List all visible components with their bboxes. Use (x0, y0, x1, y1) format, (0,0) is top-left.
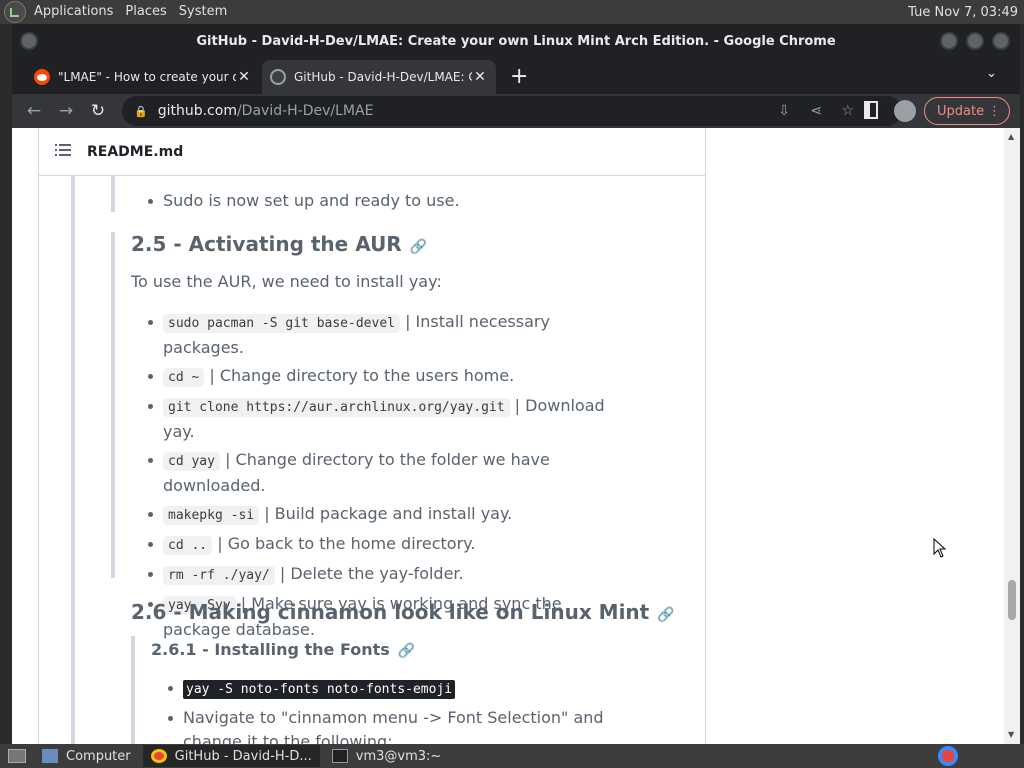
profile-avatar[interactable] (894, 100, 916, 122)
bookmark-star-icon[interactable]: ☆ (841, 103, 854, 119)
update-button[interactable]: Update ⋮ (924, 97, 1010, 125)
address-bar[interactable]: 🔒 github.com/David-H-Dev/LMAE ⇩ ⋖ ☆ (122, 96, 902, 126)
browser-toolbar: ← → ↻ 🔒 github.com/David-H-Dev/LMAE ⇩ ⋖ … (12, 94, 1020, 128)
tab-search-icon[interactable]: ⌄ (986, 66, 997, 81)
tab-strip: "LMAE" - How to create your own Linux Mi… (12, 58, 1020, 94)
side-panel-icon[interactable] (864, 101, 878, 119)
readme-box: README.md Sudo is now set up and ready t… (38, 128, 706, 744)
install-icon[interactable]: ⇩ (778, 103, 790, 119)
close-window-icon[interactable] (992, 32, 1010, 50)
list-item: sudo pacman -S git base-devel | Install … (148, 310, 623, 360)
new-tab-button[interactable]: + (510, 64, 528, 89)
url-host: github.com (157, 103, 237, 119)
tab-github[interactable]: GitHub - David-H-Dev/LMAE: Create your o… (262, 60, 496, 94)
blockquote-bar (111, 232, 115, 578)
readme-header: README.md (39, 128, 705, 176)
taskbar-item-computer[interactable]: Computer (34, 745, 139, 767)
scrollbar-thumb[interactable] (1008, 580, 1016, 620)
github-icon (270, 69, 286, 85)
share-icon[interactable]: ⋖ (810, 103, 822, 119)
taskbar-item-terminal[interactable]: vm3@vm3:~ (324, 745, 450, 767)
heading-cinnamon: 2.6 - Making cinnamon look like on Linux… (131, 600, 675, 624)
chrome-tray-icon[interactable] (938, 746, 958, 766)
chrome-icon (150, 749, 167, 763)
anchor-link-icon[interactable]: 🔗 (398, 643, 415, 659)
fonts-list: yay -S noto-fonts noto-fonts-emoji Navig… (168, 676, 623, 744)
back-icon[interactable]: ← (18, 95, 50, 127)
window-menu-icon[interactable] (20, 32, 38, 50)
blockquote-bar (131, 636, 135, 744)
menu-applications[interactable]: Applications (28, 0, 119, 24)
list-item: cd .. | Go back to the home directory. (148, 532, 623, 558)
list-item: cd yay | Change directory to the folder … (148, 448, 623, 498)
outline-list-icon[interactable] (55, 142, 71, 161)
scroll-up-icon[interactable]: ▲ (1008, 132, 1014, 141)
aur-steps-list: sudo pacman -S git base-devel | Install … (148, 310, 623, 646)
url-path: /David-H-Dev/LMAE (236, 103, 374, 119)
page-scrollbar[interactable]: ▲ ▼ (1004, 128, 1020, 744)
blockquote-bar (111, 176, 115, 212)
tab-title: GitHub - David-H-Dev/LMAE: Create your o… (294, 70, 472, 84)
update-label: Update (937, 103, 985, 119)
reddit-icon (34, 69, 50, 85)
lock-icon: 🔒 (134, 104, 148, 118)
list-item: git clone https://aur.archlinux.org/yay.… (148, 394, 623, 444)
readme-filename[interactable]: README.md (87, 144, 183, 160)
heading-activating-aur: 2.5 - Activating the AUR 🔗 (131, 232, 428, 256)
heading-installing-fonts: 2.6.1 - Installing the Fonts 🔗 (151, 640, 416, 659)
tab-close-icon[interactable]: ✕ (236, 69, 252, 85)
list-item: yay -S noto-fonts noto-fonts-emoji (168, 676, 623, 702)
page-viewport: README.md Sudo is now set up and ready t… (12, 128, 1020, 744)
blockquote-bar (71, 176, 75, 744)
list-item: makepkg -si | Build package and install … (148, 502, 623, 528)
scroll-down-icon[interactable]: ▼ (1008, 730, 1014, 739)
minimize-icon[interactable] (940, 32, 958, 50)
tab-title: "LMAE" - How to create your own Linux Mi… (58, 70, 236, 84)
more-menu-icon[interactable]: ⋮ (988, 104, 1001, 119)
mouse-cursor-icon (933, 538, 947, 558)
maximize-icon[interactable] (966, 32, 984, 50)
list-item: Navigate to "cinnamon menu -> Font Selec… (168, 706, 623, 744)
list-item: cd ~ | Change directory to the users hom… (148, 364, 623, 390)
show-desktop-icon[interactable] (4, 745, 30, 767)
window-titlebar[interactable]: GitHub - David-H-Dev/LMAE: Create your o… (12, 24, 1020, 58)
anchor-link-icon[interactable]: 🔗 (657, 607, 674, 623)
menu-places[interactable]: Places (119, 0, 172, 24)
aur-intro: To use the AUR, we need to install yay: (131, 272, 442, 291)
tab-close-icon[interactable]: ✕ (472, 69, 488, 85)
forward-icon[interactable]: → (50, 95, 82, 127)
selected-code[interactable]: yay -S noto-fonts noto-fonts-emoji (183, 680, 456, 699)
taskbar-item-chrome[interactable]: GitHub - David-H-D... (142, 745, 320, 767)
list-item: Sudo is now set up and ready to use. (148, 189, 460, 213)
bottom-panel: Computer GitHub - David-H-D... vm3@vm3:~ (0, 744, 1024, 768)
mint-menu-icon[interactable] (4, 1, 26, 23)
window-title: GitHub - David-H-Dev/LMAE: Create your o… (196, 33, 836, 49)
clock[interactable]: Tue Nov 7, 03:49 (908, 5, 1024, 20)
menu-system[interactable]: System (173, 0, 233, 24)
computer-icon (42, 749, 58, 763)
terminal-icon (331, 749, 348, 763)
chrome-window: GitHub - David-H-Dev/LMAE: Create your o… (12, 24, 1020, 744)
list-item: rm -rf ./yay/ | Delete the yay-folder. (148, 562, 623, 588)
anchor-link-icon[interactable]: 🔗 (410, 239, 427, 255)
list: Sudo is now set up and ready to use. (148, 189, 460, 217)
tab-reddit[interactable]: "LMAE" - How to create your own Linux Mi… (26, 60, 260, 94)
reload-icon[interactable]: ↻ (82, 95, 114, 127)
top-panel: Applications Places System Tue Nov 7, 03… (0, 0, 1024, 24)
